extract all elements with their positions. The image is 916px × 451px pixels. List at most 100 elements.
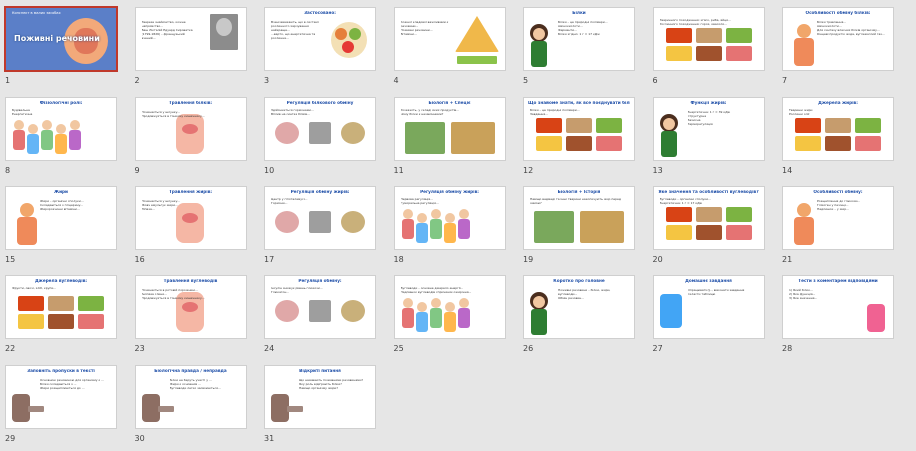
slide-text-line: Ваш Лікталій Едуард Сироватка (1799-1826… xyxy=(141,28,193,41)
food-segment-green xyxy=(349,28,361,40)
slide-body-text: Починається в ротовій порожнині... Амілаз… xyxy=(142,288,240,335)
slide-number: 23 xyxy=(134,344,145,353)
slide-title: Тести з коментарем відповідями xyxy=(798,279,878,283)
slide-title: Відкриті питання xyxy=(299,369,341,373)
teacher-body xyxy=(531,41,547,67)
slide-thumbnail[interactable]: Травлення білків: Починається у шлунку...… xyxy=(135,98,246,160)
slide-thumbnail[interactable]: Біологія + Історія Навіщо ведмеді та інші… xyxy=(524,187,634,249)
slide-thumbnail[interactable]: Кожної кладової важливими є речовини... П… xyxy=(394,8,505,70)
slide-body-text: Нервова регуляція... Гуморальна регуляція… xyxy=(401,197,499,246)
slide-title: Біологія + Історія xyxy=(557,190,601,194)
slide-number: 9 xyxy=(134,166,140,175)
slide-thumbnail[interactable]: Що знайоме знати, як все поєднувати білк… xyxy=(524,98,634,160)
slide-body-text: Білки – це природні полімери... Амінокисл… xyxy=(558,20,628,67)
slide-thumbnail[interactable]: Заповніть пропуски в тексті Основною речо… xyxy=(6,366,116,428)
body-torso xyxy=(794,217,814,245)
slide-text-line: Продовжується в тонкому кишечнику... xyxy=(141,296,205,301)
slide-thumbnail[interactable]: Джерела жирів: Тваринні жири Рослинні олії xyxy=(783,98,893,160)
slide-number: 13 xyxy=(652,166,663,175)
slide-number: 22 xyxy=(5,344,16,353)
slide-number: 16 xyxy=(134,255,145,264)
slide-thumbnail[interactable]: Білки Білки – це природні полімери... Амін… xyxy=(524,8,634,70)
food-pyramid-image xyxy=(454,16,499,52)
slide-body-text: Білки – це природні полімери... Завдання.… xyxy=(530,108,628,157)
slide-number: 19 xyxy=(523,255,534,264)
slide-text-line: Ліпаза... xyxy=(141,207,155,212)
slide-thumbnail[interactable]: Травлення жирів: Починається у шлунку... Ж… xyxy=(135,187,246,249)
slide-thumbnail[interactable]: Тверезе знайомство, кожне напрямство... В… xyxy=(135,8,246,70)
slide-text-line: Продовжується в тонкому кишечнику... xyxy=(141,114,205,119)
slide-title: Джерела вуглеводів: xyxy=(34,279,88,283)
slide-text-line: 3) Яке значення... xyxy=(789,296,818,301)
slide-body-text: Центр у гіпоталамусі... Гормони... xyxy=(271,197,369,246)
slide-body-text: Навіщо ведмеді та інші тварини накопичую… xyxy=(530,197,628,246)
slide-thumbnail[interactable]: Біологія + Спеціє Розкажіть, у складі яки… xyxy=(394,98,505,160)
slide-number: 27 xyxy=(652,344,663,353)
slide-title: Яке значення та особливості вуглеводів? xyxy=(658,190,759,194)
slide-body-text: Білки травлення... Амінокислоти... Для син… xyxy=(817,20,887,67)
slide-thumbnail[interactable]: Тести з коментарем відповідями 1) Який бі… xyxy=(783,276,893,338)
slide-body-text: Поживні речовини – білки, жири, вуглевод… xyxy=(558,288,628,335)
slide-body-text: Починається у шлунку... Продовжується в т… xyxy=(142,110,240,157)
slide-thumbnail[interactable]: Конспект в малих засобах Поживні речовини xyxy=(6,8,116,70)
slide-thumbnail[interactable]: Тваринного походження: м'ясо, риба, яйця… xyxy=(653,8,764,70)
slide-number: 14 xyxy=(782,166,793,175)
slide-thumbnail[interactable]: Відкриті питання Що називають поживними р… xyxy=(265,366,375,428)
slide-text-line: Жиророзчинні вітаміни... xyxy=(40,207,80,212)
slide-thumbnail[interactable]: Регуляція обміну: Інсулін знижує рівень г… xyxy=(265,276,375,338)
slide-title: Регуляція білкового обміну xyxy=(286,101,354,105)
slide-thumbnail[interactable]: Регуляція обміну жирів: Нервова регуляція… xyxy=(394,187,505,249)
slide-number: 1 xyxy=(5,76,11,85)
slide-number: 6 xyxy=(652,76,658,85)
slide-text-line: Навіщо організму жири? xyxy=(299,386,338,391)
slide-title: Фізіологічні ролі: xyxy=(39,101,83,105)
slide-thumbnail[interactable]: Жири Жири – органічні сполуки... Складають… xyxy=(6,187,116,249)
body-head xyxy=(797,24,811,38)
slide-body-text: Основною речовиною для організму є ... Бі… xyxy=(40,378,110,425)
slide-thumbnail[interactable]: Вуглеводи – основне джерело енергії... На… xyxy=(394,276,505,338)
slide-text-line: Терморегуляція xyxy=(687,122,713,127)
slide-title: Жири xyxy=(54,190,68,194)
slide-thumbnail[interactable]: Регуляція білкового обміну Здійснюється г… xyxy=(265,98,375,160)
food-segment-red xyxy=(342,41,354,53)
teacher-face xyxy=(533,28,545,40)
slide-number: 5 xyxy=(523,76,529,85)
slide-number: 10 xyxy=(264,166,275,175)
slide-title: Біологічна правда / неправда xyxy=(154,369,227,373)
slide-title: Регуляція обміну: xyxy=(298,279,342,283)
slide-thumbnail[interactable]: Застосовано: Вчені вважають, що в системі… xyxy=(265,8,375,70)
slide-thumbnail[interactable]: Травлення вуглеводів Починається в ротові… xyxy=(135,276,246,338)
slide-body-text: Тваринні жири Рослинні олії xyxy=(789,108,887,157)
slide-text-line: Вуглеводи легко засвоюються... xyxy=(169,386,221,391)
slide-text-line: Гуморальна регуляція... xyxy=(400,201,439,206)
slide-thumbnail[interactable]: Регуляція обміну жирів: Центр у гіпоталам… xyxy=(265,187,375,249)
slide-thumbnail[interactable]: Особливості обміну: Розщеплення до глюкоз… xyxy=(783,187,893,249)
slide-title: Травлення жирів: xyxy=(168,190,213,194)
slide-text-line: Гормони... xyxy=(271,201,288,206)
slide-body-text: Вуглеводи – основне джерело енергії... На… xyxy=(401,286,499,335)
slide-title: Травлення вуглеводів xyxy=(163,279,218,283)
slide-thumbnail[interactable]: Коротко про головне Поживні речовини – бі… xyxy=(524,276,634,338)
slide-body-text: Розкажіть, у складі яких продуктів... Чом… xyxy=(401,108,499,157)
slide-body-text: Фрукти, овочі, хліб, крупи... xyxy=(12,286,110,335)
slide-body-text: Кожної кладової важливими є речовини... П… xyxy=(401,20,457,67)
slide-number: 7 xyxy=(782,76,788,85)
slide-thumbnail[interactable]: Джерела вуглеводів: Фрукти, овочі, хліб, … xyxy=(6,276,116,338)
slide-thumbnail[interactable]: Фізіологічні ролі: Будівельна Енергетична xyxy=(6,98,116,160)
slide-thumbnail[interactable]: Яке значення та особливості вуглеводів? В… xyxy=(653,187,764,249)
slide-text-line: Вчені вважають, що в системі рослинного … xyxy=(271,20,319,33)
teacher-body xyxy=(531,309,547,335)
slide-text-line: Енергетична: 1 г = 17 кДж xyxy=(659,201,703,206)
slide-thumbnail[interactable]: Біологічна правда / неправда Білки не бер… xyxy=(135,366,246,428)
slide-title: Застосовано: xyxy=(304,11,336,15)
slide-thumbnail[interactable]: Функції жирів: Енергетична: 1 г = 39 кДж С… xyxy=(653,98,764,160)
slide-number: 24 xyxy=(264,344,275,353)
slide-subtitle: Конспект в малих засобах xyxy=(12,11,61,15)
slide-number: 28 xyxy=(782,344,793,353)
slide-title: Травлення білків: xyxy=(168,101,213,105)
slide-thumbnail[interactable]: Домашнє завдання Опрацювати §.., виконати… xyxy=(653,276,764,338)
slide-thumbnail[interactable]: Особливості обміну білків: Білки травленн… xyxy=(783,8,893,70)
student-figure xyxy=(659,294,682,328)
slide-title: Білки xyxy=(572,11,586,15)
slide-body-text: Що називають поживними речовинами? Яку ро… xyxy=(299,378,369,425)
